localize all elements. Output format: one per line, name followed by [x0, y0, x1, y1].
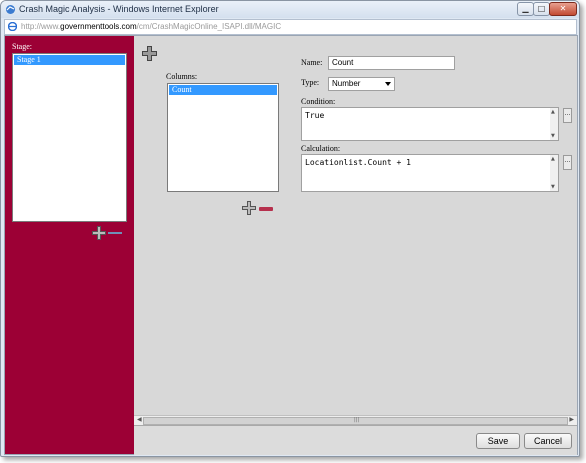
url-path: /cm/CrashMagicOnline_ISAPI.dll/MAGIC: [136, 22, 282, 31]
calculation-text: Locationlist.Count + 1: [305, 158, 411, 167]
maximize-button[interactable]: □: [533, 2, 550, 16]
scroll-up-icon[interactable]: ▲: [551, 109, 555, 115]
condition-label: Condition:: [301, 97, 336, 106]
type-select[interactable]: Number: [328, 77, 395, 91]
address-bar[interactable]: http://www.governmenttools.com/cm/CrashM…: [4, 19, 577, 35]
scroll-up-icon[interactable]: ▲: [551, 156, 555, 162]
url-prefix: http://www.: [21, 22, 61, 31]
type-select-value: Number: [332, 79, 361, 88]
app-icon: [6, 5, 15, 14]
scrollbar-thumb[interactable]: |||: [143, 417, 568, 425]
close-button[interactable]: ✕: [549, 2, 577, 16]
add-column-icon[interactable]: [142, 46, 157, 61]
dialog-content: Stage: Stage 1 Columns: Count Name: Coun…: [4, 35, 578, 455]
stage-panel: Stage: Stage 1: [5, 36, 134, 454]
condition-scrollbar[interactable]: ▲ ▼: [550, 108, 558, 140]
minimize-button[interactable]: ▁: [517, 2, 534, 16]
stage-list-item[interactable]: Stage 1: [14, 55, 125, 65]
calculation-ellipsis-button[interactable]: ...: [563, 155, 572, 170]
name-label: Name:: [301, 58, 323, 67]
remove-column-icon[interactable]: [259, 207, 273, 211]
remove-stage-icon[interactable]: [108, 232, 122, 234]
scroll-down-icon[interactable]: ▼: [551, 184, 555, 190]
address-url: http://www.governmenttools.com/cm/CrashM…: [21, 22, 281, 31]
type-label: Type:: [301, 78, 320, 87]
columns-label: Columns:: [166, 72, 198, 81]
calculation-scrollbar[interactable]: ▲ ▼: [550, 155, 558, 191]
stage-label: Stage:: [12, 42, 32, 51]
stage-list[interactable]: Stage 1: [12, 53, 127, 222]
button-bar: Save Cancel: [134, 425, 577, 455]
ie-icon: [8, 22, 17, 31]
columns-list[interactable]: Count: [167, 83, 279, 192]
cancel-button[interactable]: Cancel: [524, 433, 572, 449]
save-button[interactable]: Save: [476, 433, 520, 449]
window-title: Crash Magic Analysis - Windows Internet …: [19, 4, 219, 14]
column-editor: Columns: Count Name: Count Type: Number …: [134, 36, 577, 414]
scroll-right-icon[interactable]: ▶: [569, 416, 574, 423]
column-list-item[interactable]: Count: [169, 85, 277, 95]
url-domain: governmenttools.com: [60, 22, 137, 31]
browser-window: Crash Magic Analysis - Windows Internet …: [0, 0, 580, 457]
title-bar: Crash Magic Analysis - Windows Internet …: [1, 1, 579, 18]
condition-textarea[interactable]: True ▲ ▼: [301, 107, 559, 141]
calculation-textarea[interactable]: Locationlist.Count + 1 ▲ ▼: [301, 154, 559, 192]
calculation-label: Calculation:: [301, 144, 341, 153]
condition-text: True: [305, 111, 325, 120]
grip-icon: |||: [354, 417, 360, 423]
condition-ellipsis-button[interactable]: ...: [563, 108, 572, 123]
scroll-left-icon[interactable]: ◀: [137, 416, 142, 423]
add-stage-icon[interactable]: [92, 226, 106, 240]
chevron-down-icon: [385, 82, 391, 86]
scroll-down-icon[interactable]: ▼: [551, 133, 555, 139]
add-column-small-icon[interactable]: [242, 201, 256, 215]
horizontal-scrollbar[interactable]: ◀ ||| ▶: [134, 415, 577, 425]
name-input[interactable]: Count: [328, 56, 455, 70]
